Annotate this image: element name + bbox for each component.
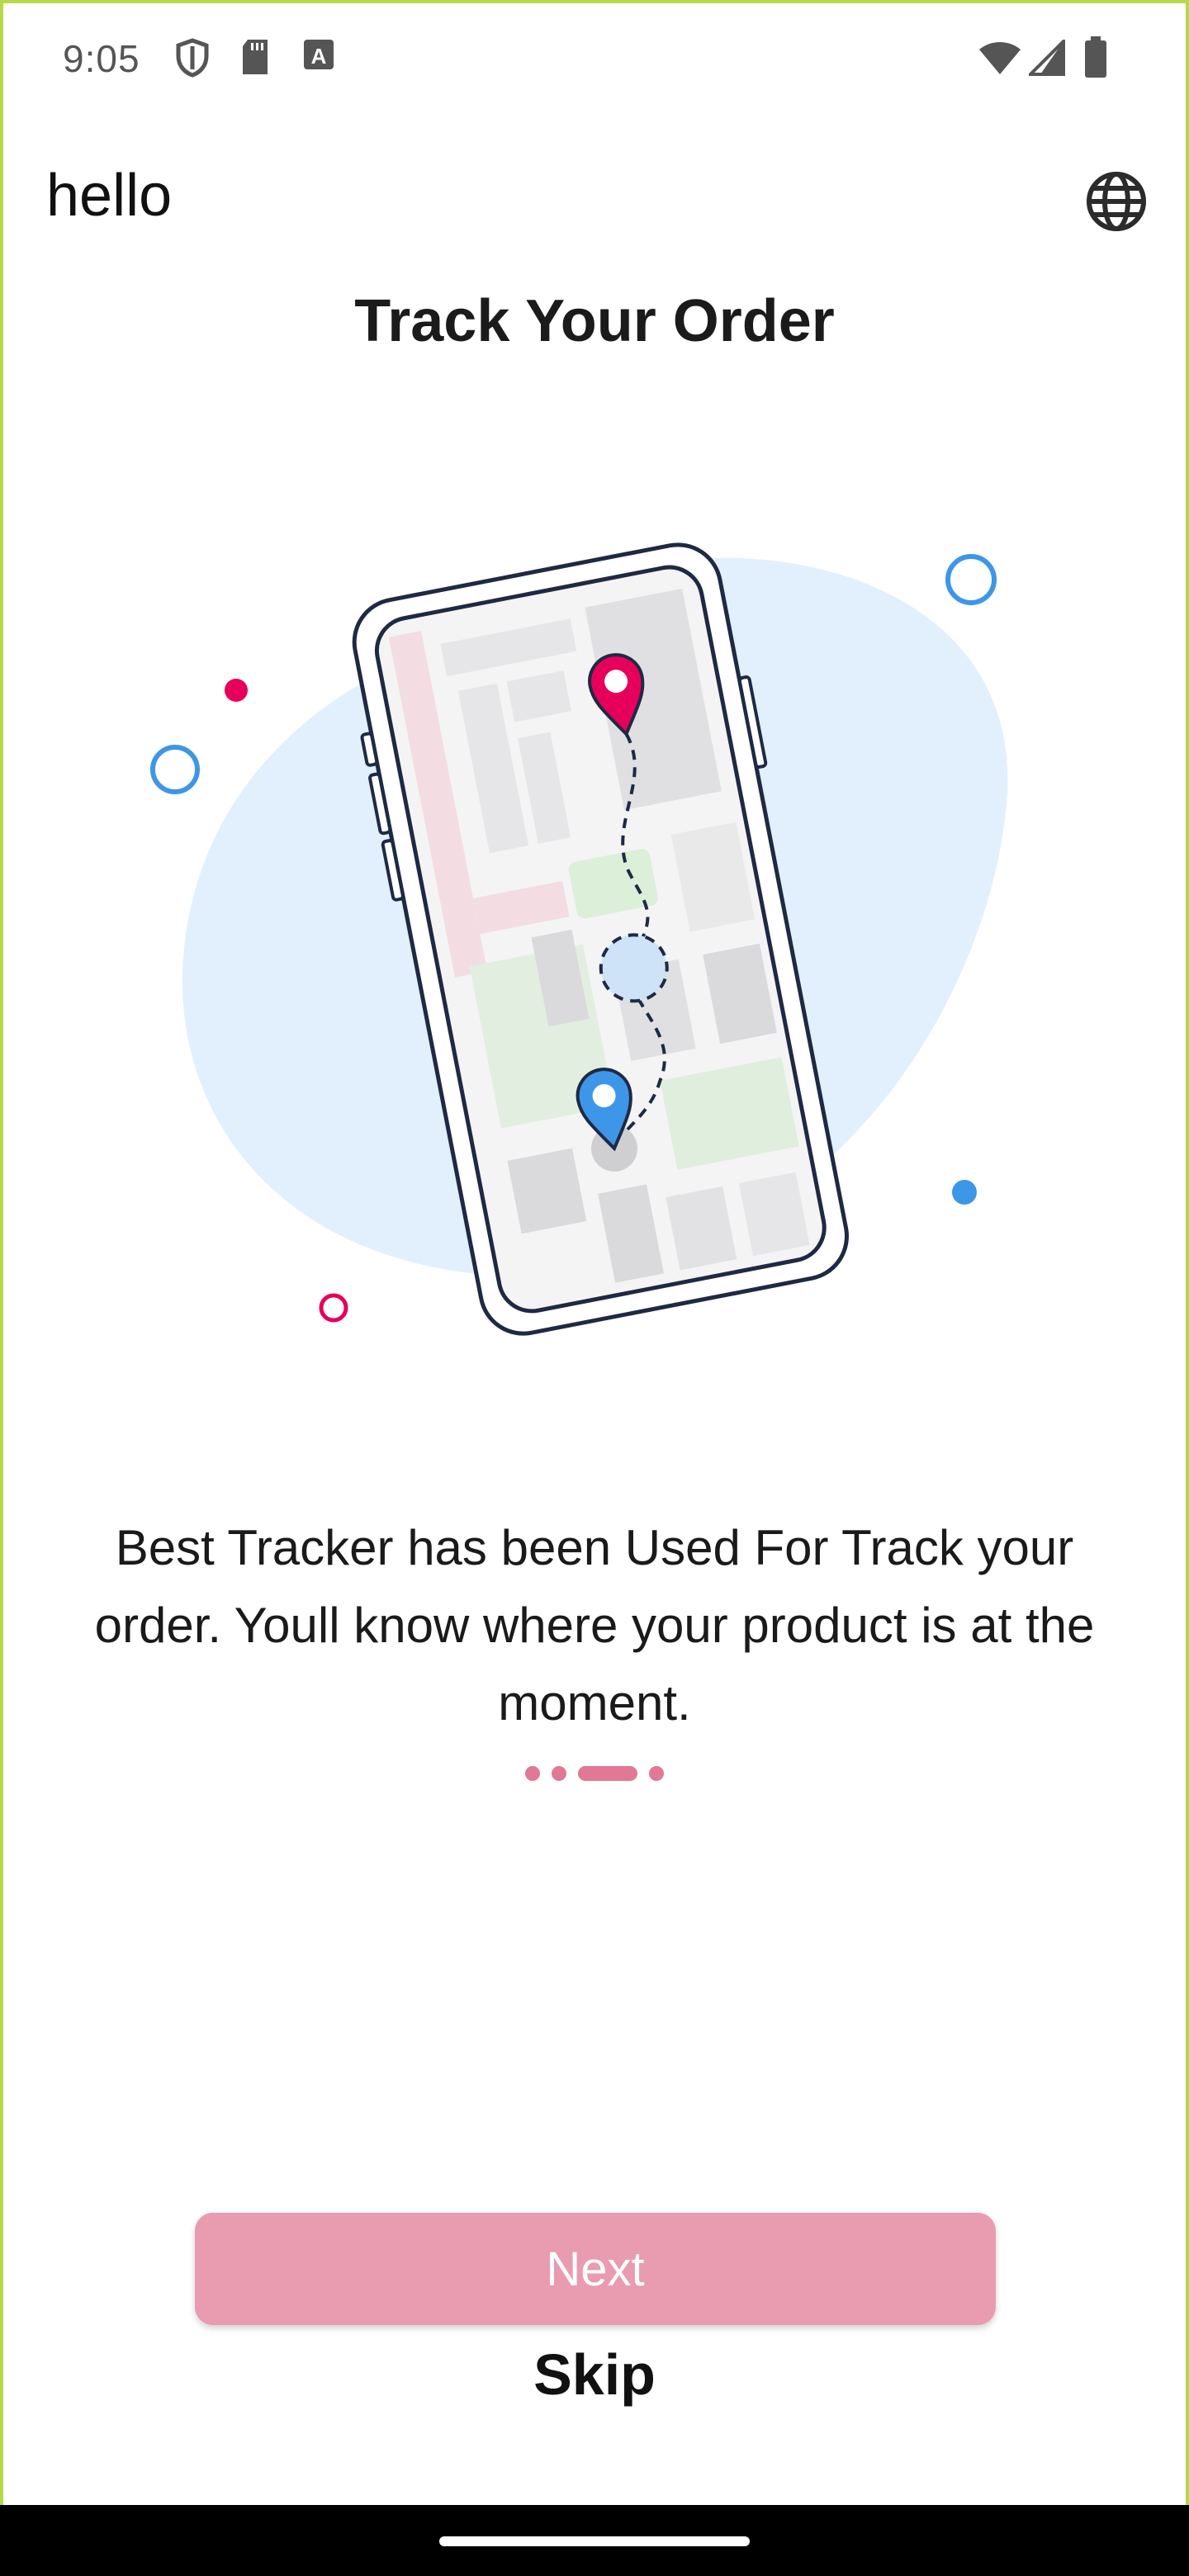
home-gesture-pill[interactable] [439, 2536, 750, 2546]
next-button[interactable]: Next [195, 2213, 996, 2325]
page-indicator [0, 1764, 1189, 1783]
status-bar: 9:05 A [0, 0, 1189, 124]
onboarding-description: Best Tracker has been Used For Track you… [94, 1520, 1095, 1731]
signal-icon [1029, 40, 1065, 76]
phone-map-tracking-illustration [150, 542, 1008, 1336]
wifi-icon [979, 42, 1021, 74]
page-dot [525, 1766, 540, 1781]
svg-text:A: A [311, 44, 327, 69]
sd-card-icon [243, 40, 268, 74]
app-title: hello [46, 163, 173, 229]
system-nav-bar [0, 2505, 1189, 2576]
decor-dot [952, 1180, 977, 1205]
skip-button[interactable]: Skip [0, 2342, 1189, 2408]
decor-circle [150, 745, 200, 794]
battery-icon [1085, 36, 1106, 78]
shield-icon [176, 38, 209, 78]
status-time: 9:05 [63, 37, 140, 80]
page-title: Track Your Order [354, 288, 835, 354]
page-dot [649, 1766, 664, 1781]
decor-circle [945, 554, 997, 605]
keyboard-a-icon: A [304, 40, 334, 69]
decor-dot [225, 679, 248, 702]
page-dot-active [578, 1766, 637, 1781]
decor-circle [319, 1293, 348, 1323]
page-dot [552, 1766, 566, 1781]
globe-icon[interactable] [1085, 170, 1148, 233]
